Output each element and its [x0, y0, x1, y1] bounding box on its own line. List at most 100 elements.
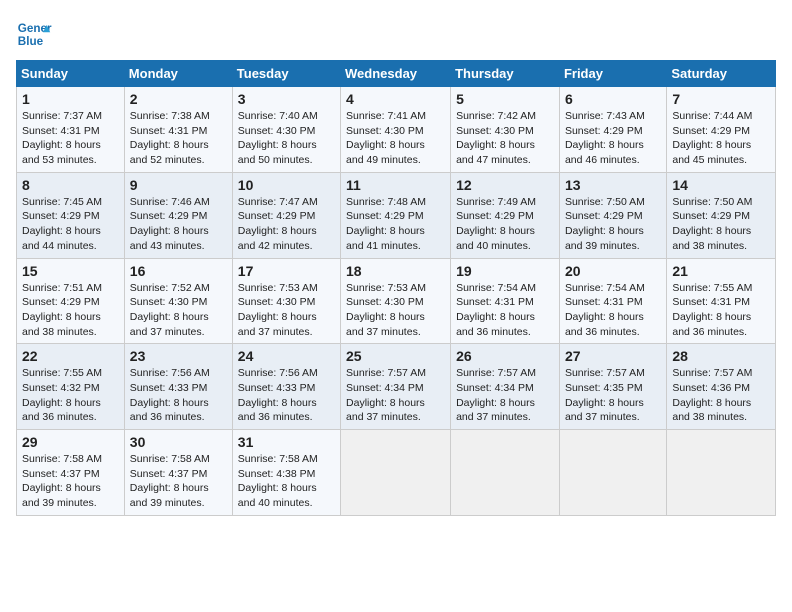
- cell-details: Sunrise: 7:55 AM Sunset: 4:31 PM Dayligh…: [672, 281, 770, 340]
- cell-details: Sunrise: 7:54 AM Sunset: 4:31 PM Dayligh…: [456, 281, 554, 340]
- cell-details: Sunrise: 7:58 AM Sunset: 4:37 PM Dayligh…: [22, 452, 119, 511]
- day-number: 5: [456, 91, 554, 107]
- calendar-week-row: 1 Sunrise: 7:37 AM Sunset: 4:31 PM Daylig…: [17, 87, 776, 173]
- day-number: 10: [238, 177, 335, 193]
- calendar-cell: 12Sunrise: 7:49 AM Sunset: 4:29 PM Dayli…: [451, 172, 560, 258]
- day-number: 15: [22, 263, 119, 279]
- calendar-cell: 16 Sunrise: 7:52 AM Sunset: 4:30 PM Dayli…: [124, 258, 232, 344]
- cell-details: Sunrise: 7:52 AM Sunset: 4:30 PM Dayligh…: [130, 281, 227, 340]
- svg-text:Blue: Blue: [18, 35, 44, 48]
- calendar-cell: 29 Sunrise: 7:58 AM Sunset: 4:37 PM Dayli…: [17, 430, 125, 516]
- calendar-cell: 30 Sunrise: 7:58 AM Sunset: 4:37 PM Dayli…: [124, 430, 232, 516]
- cell-details: Sunrise: 7:40 AM Sunset: 4:30 PM Dayligh…: [238, 109, 335, 168]
- day-number: 28: [672, 348, 770, 364]
- column-header-friday: Friday: [559, 61, 666, 87]
- calendar-cell: [341, 430, 451, 516]
- day-number: 2: [130, 91, 227, 107]
- cell-details: Sunrise: 7:56 AM Sunset: 4:33 PM Dayligh…: [130, 366, 227, 425]
- day-number: 13: [565, 177, 661, 193]
- calendar-cell: 19 Sunrise: 7:54 AM Sunset: 4:31 PM Dayli…: [451, 258, 560, 344]
- cell-details: Sunrise: 7:55 AM Sunset: 4:32 PM Dayligh…: [22, 366, 119, 425]
- calendar-cell: 8 Sunrise: 7:45 AM Sunset: 4:29 PM Daylig…: [17, 172, 125, 258]
- calendar-cell: 18 Sunrise: 7:53 AM Sunset: 4:30 PM Dayli…: [341, 258, 451, 344]
- cell-details: Sunrise: 7:41 AM Sunset: 4:30 PM Dayligh…: [346, 109, 445, 168]
- calendar-cell: 25 Sunrise: 7:57 AM Sunset: 4:34 PM Dayli…: [341, 344, 451, 430]
- calendar-cell: 2Sunrise: 7:38 AM Sunset: 4:31 PM Daylig…: [124, 87, 232, 173]
- day-number: 29: [22, 434, 119, 450]
- cell-details: Sunrise: 7:50 AM Sunset: 4:29 PM Dayligh…: [672, 195, 770, 254]
- calendar-cell: 11 Sunrise: 7:48 AM Sunset: 4:29 PM Dayli…: [341, 172, 451, 258]
- day-number: 4: [346, 91, 445, 107]
- cell-details: Sunrise: 7:53 AM Sunset: 4:30 PM Dayligh…: [346, 281, 445, 340]
- column-header-monday: Monday: [124, 61, 232, 87]
- calendar-week-row: 15 Sunrise: 7:51 AM Sunset: 4:29 PM Dayli…: [17, 258, 776, 344]
- day-number: 3: [238, 91, 335, 107]
- calendar-cell: 5 Sunrise: 7:42 AM Sunset: 4:30 PM Daylig…: [451, 87, 560, 173]
- day-number: 20: [565, 263, 661, 279]
- cell-details: Sunrise: 7:42 AM Sunset: 4:30 PM Dayligh…: [456, 109, 554, 168]
- day-number: 18: [346, 263, 445, 279]
- day-number: 21: [672, 263, 770, 279]
- cell-details: Sunrise: 7:56 AM Sunset: 4:33 PM Dayligh…: [238, 366, 335, 425]
- calendar-cell: [559, 430, 666, 516]
- cell-details: Sunrise: 7:46 AM Sunset: 4:29 PM Dayligh…: [130, 195, 227, 254]
- calendar-cell: 14 Sunrise: 7:50 AM Sunset: 4:29 PM Dayli…: [667, 172, 776, 258]
- day-number: 14: [672, 177, 770, 193]
- calendar-cell: 26Sunrise: 7:57 AM Sunset: 4:34 PM Dayli…: [451, 344, 560, 430]
- calendar-cell: 17 Sunrise: 7:53 AM Sunset: 4:30 PM Dayli…: [232, 258, 340, 344]
- cell-details: Sunrise: 7:53 AM Sunset: 4:30 PM Dayligh…: [238, 281, 335, 340]
- cell-details: Sunrise: 7:44 AM Sunset: 4:29 PM Dayligh…: [672, 109, 770, 168]
- day-number: 9: [130, 177, 227, 193]
- cell-details: Sunrise: 7:54 AM Sunset: 4:31 PM Dayligh…: [565, 281, 661, 340]
- day-number: 16: [130, 263, 227, 279]
- day-number: 8: [22, 177, 119, 193]
- cell-details: Sunrise: 7:51 AM Sunset: 4:29 PM Dayligh…: [22, 281, 119, 340]
- calendar-week-row: 22 Sunrise: 7:55 AM Sunset: 4:32 PM Dayli…: [17, 344, 776, 430]
- day-number: 6: [565, 91, 661, 107]
- day-number: 17: [238, 263, 335, 279]
- calendar-cell: 1 Sunrise: 7:37 AM Sunset: 4:31 PM Daylig…: [17, 87, 125, 173]
- cell-details: Sunrise: 7:37 AM Sunset: 4:31 PM Dayligh…: [22, 109, 119, 168]
- calendar-cell: [451, 430, 560, 516]
- day-number: 27: [565, 348, 661, 364]
- calendar-cell: 27 Sunrise: 7:57 AM Sunset: 4:35 PM Dayli…: [559, 344, 666, 430]
- calendar-cell: 9 Sunrise: 7:46 AM Sunset: 4:29 PM Daylig…: [124, 172, 232, 258]
- calendar-cell: [667, 430, 776, 516]
- calendar-cell: 23Sunrise: 7:56 AM Sunset: 4:33 PM Dayli…: [124, 344, 232, 430]
- cell-details: Sunrise: 7:50 AM Sunset: 4:29 PM Dayligh…: [565, 195, 661, 254]
- column-header-tuesday: Tuesday: [232, 61, 340, 87]
- cell-details: Sunrise: 7:58 AM Sunset: 4:38 PM Dayligh…: [238, 452, 335, 511]
- calendar-header-row: SundayMondayTuesdayWednesdayThursdayFrid…: [17, 61, 776, 87]
- day-number: 30: [130, 434, 227, 450]
- day-number: 25: [346, 348, 445, 364]
- column-header-wednesday: Wednesday: [341, 61, 451, 87]
- cell-details: Sunrise: 7:58 AM Sunset: 4:37 PM Dayligh…: [130, 452, 227, 511]
- cell-details: Sunrise: 7:45 AM Sunset: 4:29 PM Dayligh…: [22, 195, 119, 254]
- column-header-saturday: Saturday: [667, 61, 776, 87]
- page-header: General Blue: [16, 16, 776, 52]
- calendar-cell: 15 Sunrise: 7:51 AM Sunset: 4:29 PM Dayli…: [17, 258, 125, 344]
- day-number: 11: [346, 177, 445, 193]
- day-number: 7: [672, 91, 770, 107]
- cell-details: Sunrise: 7:57 AM Sunset: 4:34 PM Dayligh…: [346, 366, 445, 425]
- day-number: 1: [22, 91, 119, 107]
- calendar-cell: 7 Sunrise: 7:44 AM Sunset: 4:29 PM Daylig…: [667, 87, 776, 173]
- calendar-cell: 4 Sunrise: 7:41 AM Sunset: 4:30 PM Daylig…: [341, 87, 451, 173]
- cell-details: Sunrise: 7:48 AM Sunset: 4:29 PM Dayligh…: [346, 195, 445, 254]
- calendar-cell: 24Sunrise: 7:56 AM Sunset: 4:33 PM Dayli…: [232, 344, 340, 430]
- calendar-cell: 31Sunrise: 7:58 AM Sunset: 4:38 PM Dayli…: [232, 430, 340, 516]
- calendar-cell: 20 Sunrise: 7:54 AM Sunset: 4:31 PM Dayli…: [559, 258, 666, 344]
- calendar-cell: 3 Sunrise: 7:40 AM Sunset: 4:30 PM Daylig…: [232, 87, 340, 173]
- day-number: 22: [22, 348, 119, 364]
- day-number: 19: [456, 263, 554, 279]
- cell-details: Sunrise: 7:57 AM Sunset: 4:35 PM Dayligh…: [565, 366, 661, 425]
- cell-details: Sunrise: 7:57 AM Sunset: 4:36 PM Dayligh…: [672, 366, 770, 425]
- logo: General Blue: [16, 16, 56, 52]
- calendar-week-row: 29 Sunrise: 7:58 AM Sunset: 4:37 PM Dayli…: [17, 430, 776, 516]
- cell-details: Sunrise: 7:47 AM Sunset: 4:29 PM Dayligh…: [238, 195, 335, 254]
- calendar-week-row: 8 Sunrise: 7:45 AM Sunset: 4:29 PM Daylig…: [17, 172, 776, 258]
- calendar-table: SundayMondayTuesdayWednesdayThursdayFrid…: [16, 60, 776, 516]
- cell-details: Sunrise: 7:43 AM Sunset: 4:29 PM Dayligh…: [565, 109, 661, 168]
- calendar-cell: 28 Sunrise: 7:57 AM Sunset: 4:36 PM Dayli…: [667, 344, 776, 430]
- calendar-cell: 6 Sunrise: 7:43 AM Sunset: 4:29 PM Daylig…: [559, 87, 666, 173]
